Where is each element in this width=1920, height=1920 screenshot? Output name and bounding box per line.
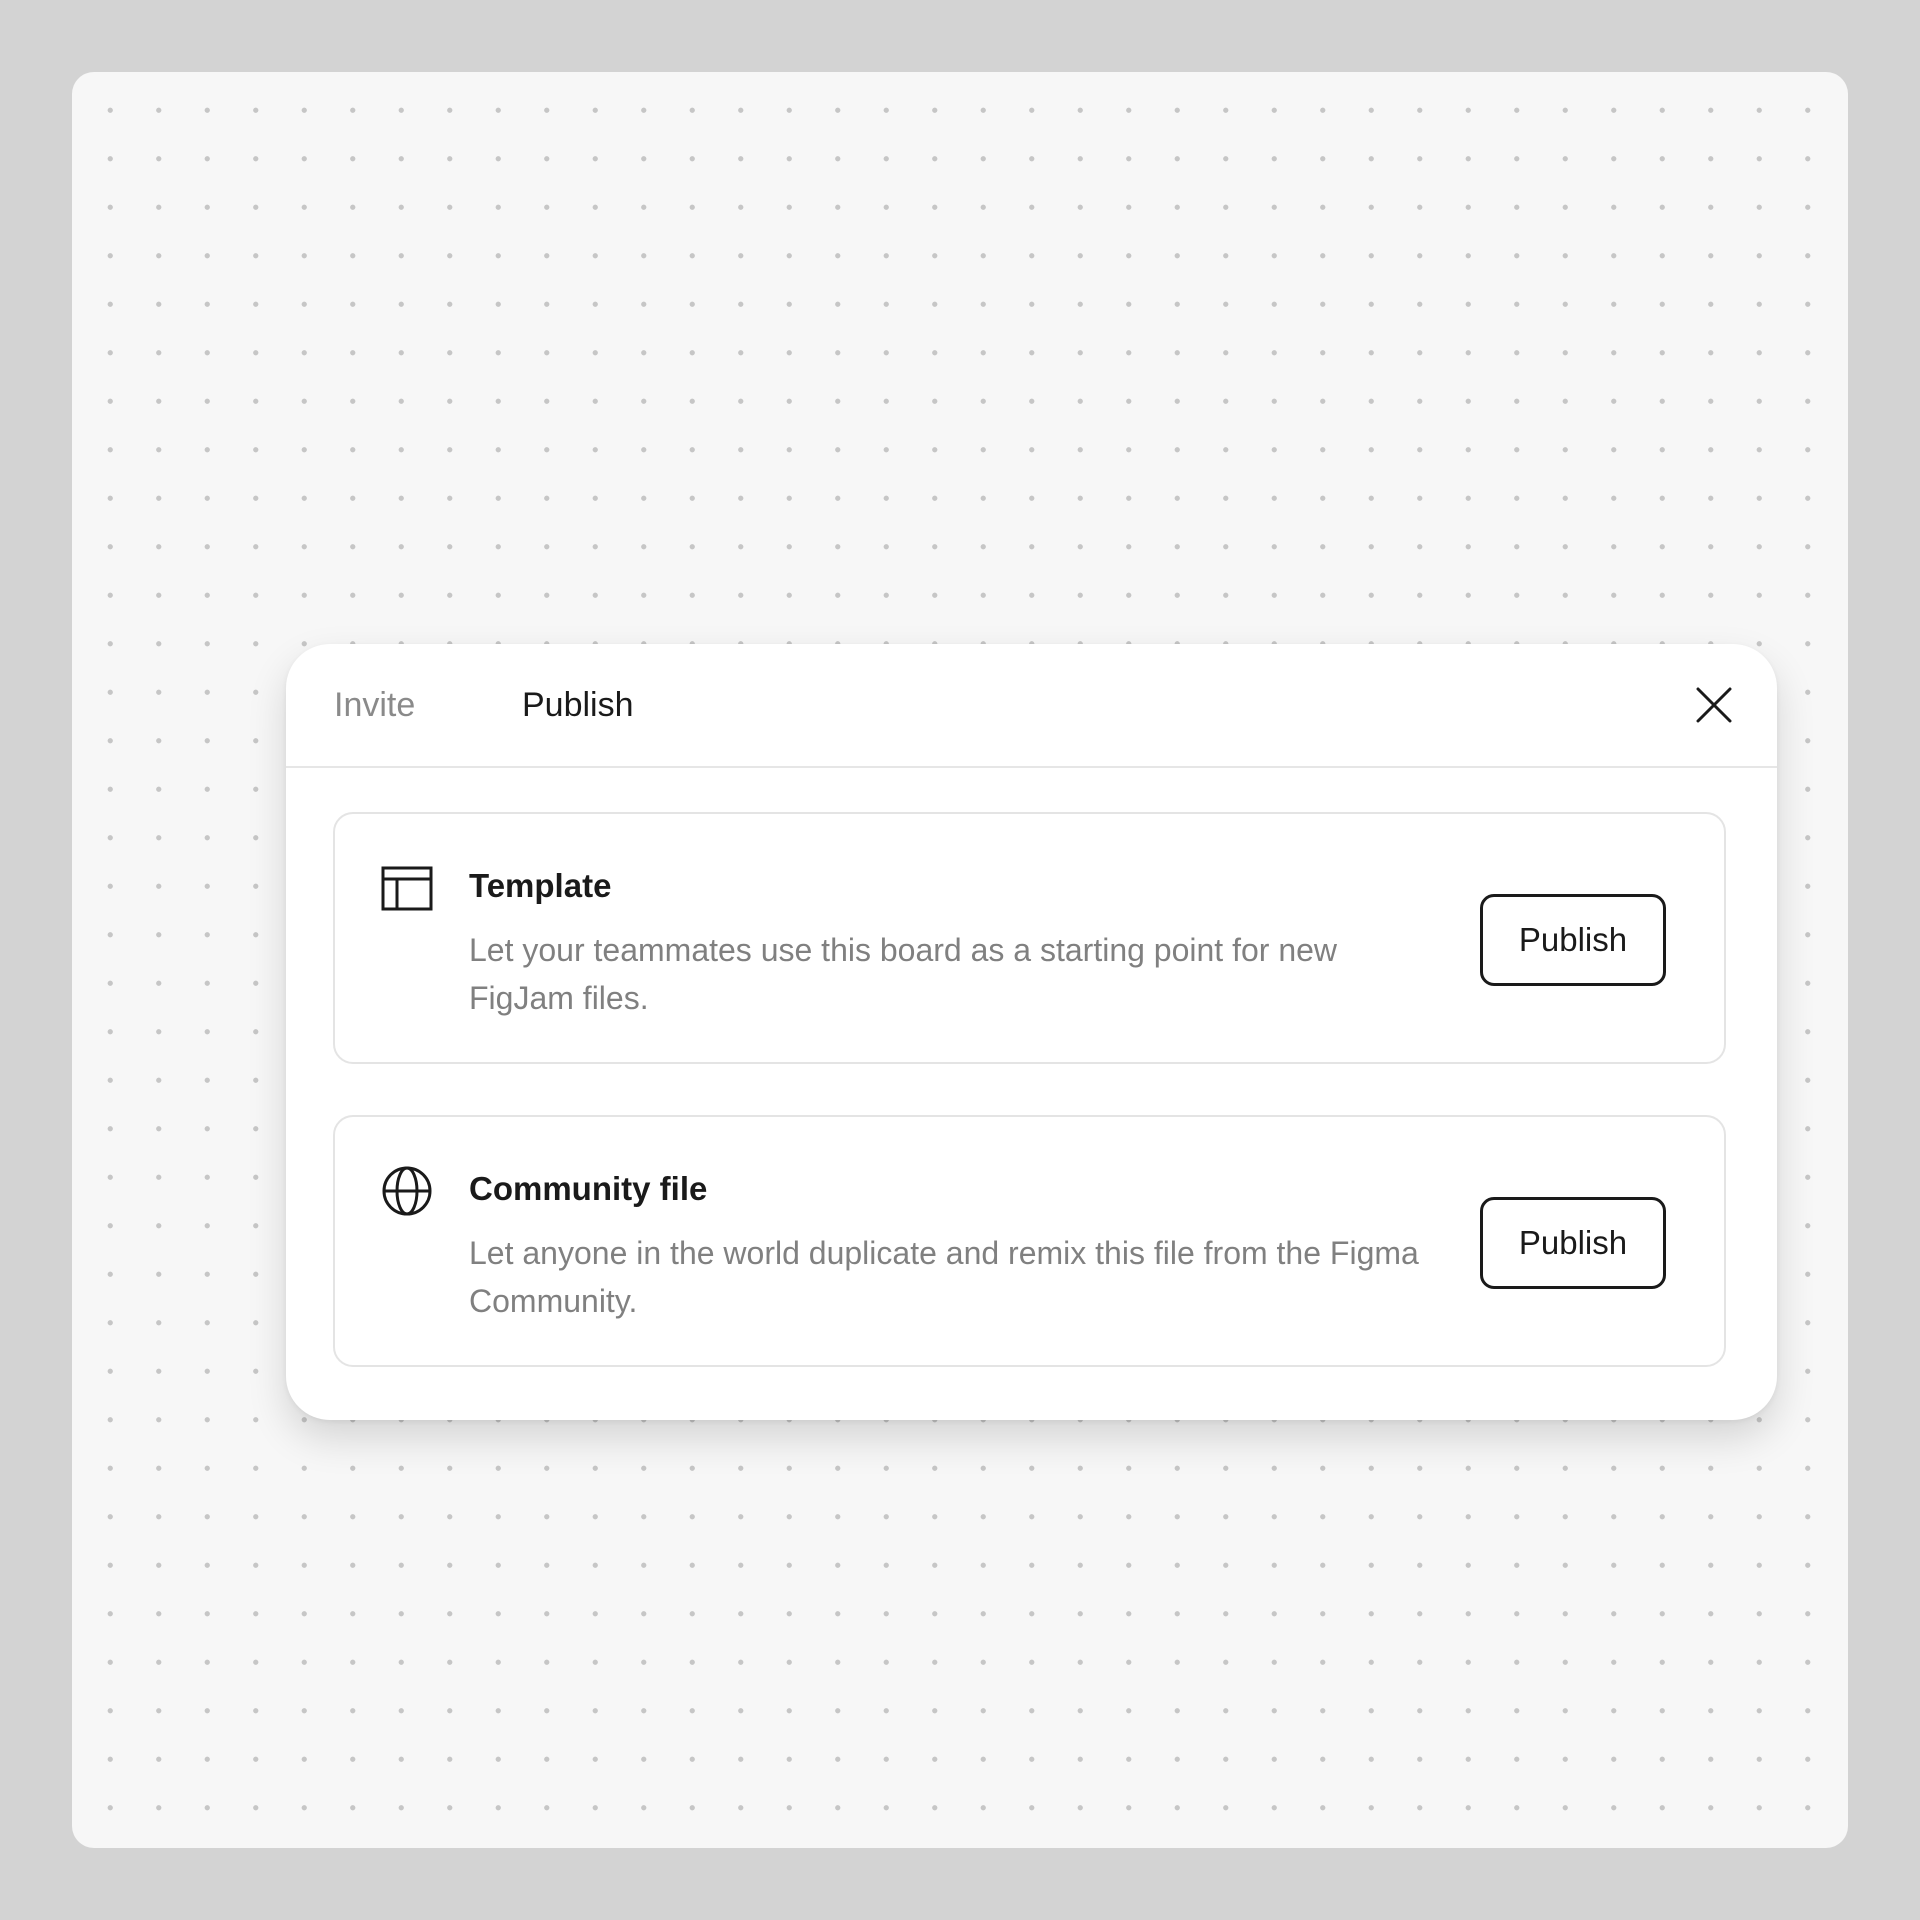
close-icon (1696, 687, 1732, 723)
template-title: Template (469, 867, 612, 904)
community-file-title: Community file (469, 1170, 708, 1207)
publish-template-button[interactable]: Publish (1480, 894, 1666, 986)
community-file-option-card: Community file Let anyone in the world d… (333, 1115, 1726, 1367)
community-file-description: Let anyone in the world duplicate and re… (469, 1235, 1419, 1319)
template-layout-icon (381, 866, 433, 911)
tab-invite[interactable]: Invite (334, 684, 415, 726)
share-dialog: Invite Publish Template Let your teammat… (286, 644, 1777, 1420)
dotted-canvas: Invite Publish Template Let your teammat… (72, 72, 1848, 1848)
publish-community-button[interactable]: Publish (1480, 1197, 1666, 1289)
template-option-card: Template Let your teammates use this boa… (333, 812, 1726, 1064)
tab-publish[interactable]: Publish (522, 684, 634, 726)
template-description: Let your teammates use this board as a s… (469, 932, 1338, 1016)
globe-icon (382, 1166, 432, 1216)
close-button[interactable] (1689, 680, 1739, 730)
dialog-header: Invite Publish (286, 644, 1777, 768)
